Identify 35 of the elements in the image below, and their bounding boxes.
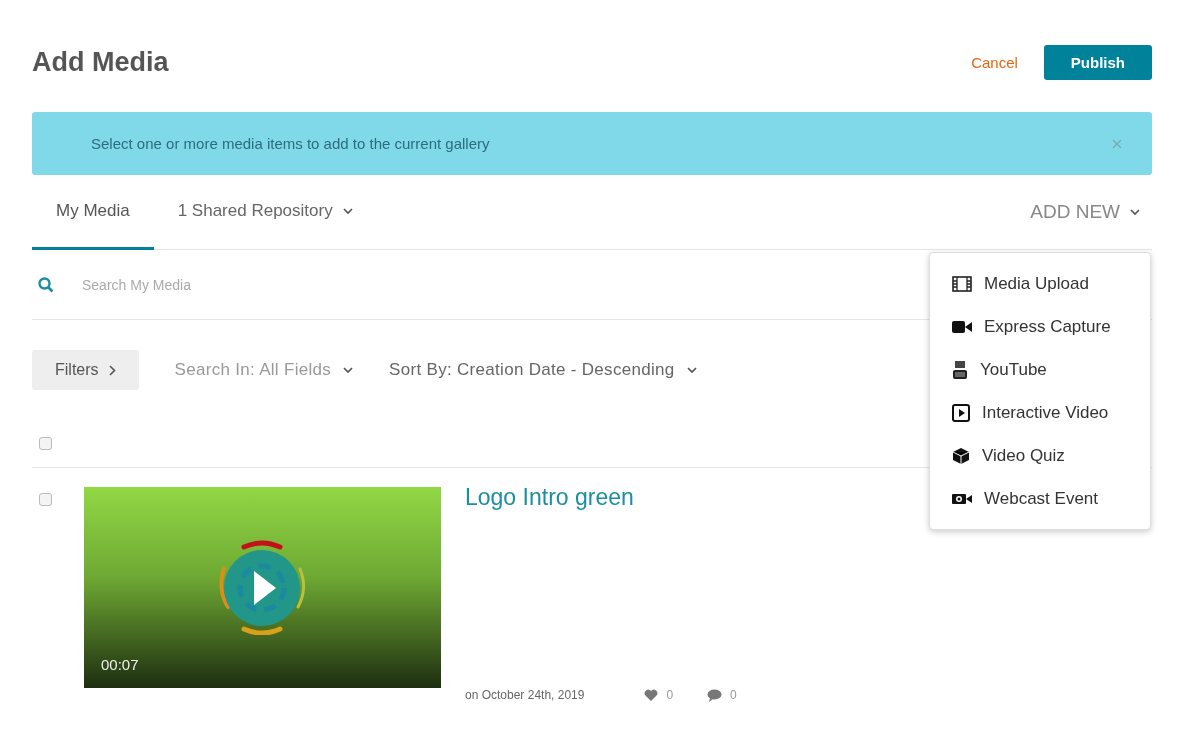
video-thumbnail[interactable]: 00:07	[84, 487, 441, 688]
comment-count: 0	[730, 688, 737, 702]
sort-dropdown[interactable]: Sort By: Creation Date - Descending	[389, 360, 697, 380]
chevron-right-icon	[108, 364, 116, 376]
media-title-link[interactable]: Logo Intro green	[465, 484, 763, 511]
video-camera-icon	[952, 319, 972, 334]
banner-message: Select one or more media items to add to the current gallery	[91, 135, 490, 152]
like-count: 0	[666, 688, 674, 702]
select-all-checkbox[interactable]	[39, 437, 52, 450]
video-duration: 00:07	[101, 656, 139, 673]
menu-item[interactable]: Media Upload	[930, 262, 1150, 305]
tab[interactable]: 1 Shared Repository	[153, 175, 377, 250]
creation-date: on October 24th, 2019	[465, 688, 585, 702]
search-icon	[38, 276, 54, 293]
chevron-down-icon	[343, 366, 354, 374]
item-checkbox[interactable]	[39, 493, 52, 506]
menu-item[interactable]: Webcast Event	[930, 477, 1150, 520]
chevron-down-icon	[686, 366, 697, 374]
comment-icon	[707, 688, 723, 702]
webcam-icon	[952, 491, 972, 506]
film-icon	[952, 275, 972, 292]
play-square-icon	[952, 403, 970, 422]
menu-item[interactable]: Express Capture	[930, 305, 1150, 348]
publish-button[interactable]: Publish	[1043, 44, 1152, 80]
menu-item[interactable]: YouTube	[930, 348, 1150, 391]
tab[interactable]: My Media	[32, 175, 154, 250]
chevron-down-icon	[1130, 208, 1140, 216]
close-icon[interactable]	[1112, 138, 1122, 149]
menu-item[interactable]: Interactive Video	[930, 391, 1150, 434]
page-title: Add Media	[32, 46, 169, 78]
cube-icon	[952, 446, 970, 465]
heart-icon[interactable]	[644, 689, 659, 701]
add-new-button[interactable]: ADD NEW	[1030, 175, 1152, 249]
menu-item[interactable]: Video Quiz	[930, 434, 1150, 477]
filters-button[interactable]: Filters	[32, 350, 139, 390]
